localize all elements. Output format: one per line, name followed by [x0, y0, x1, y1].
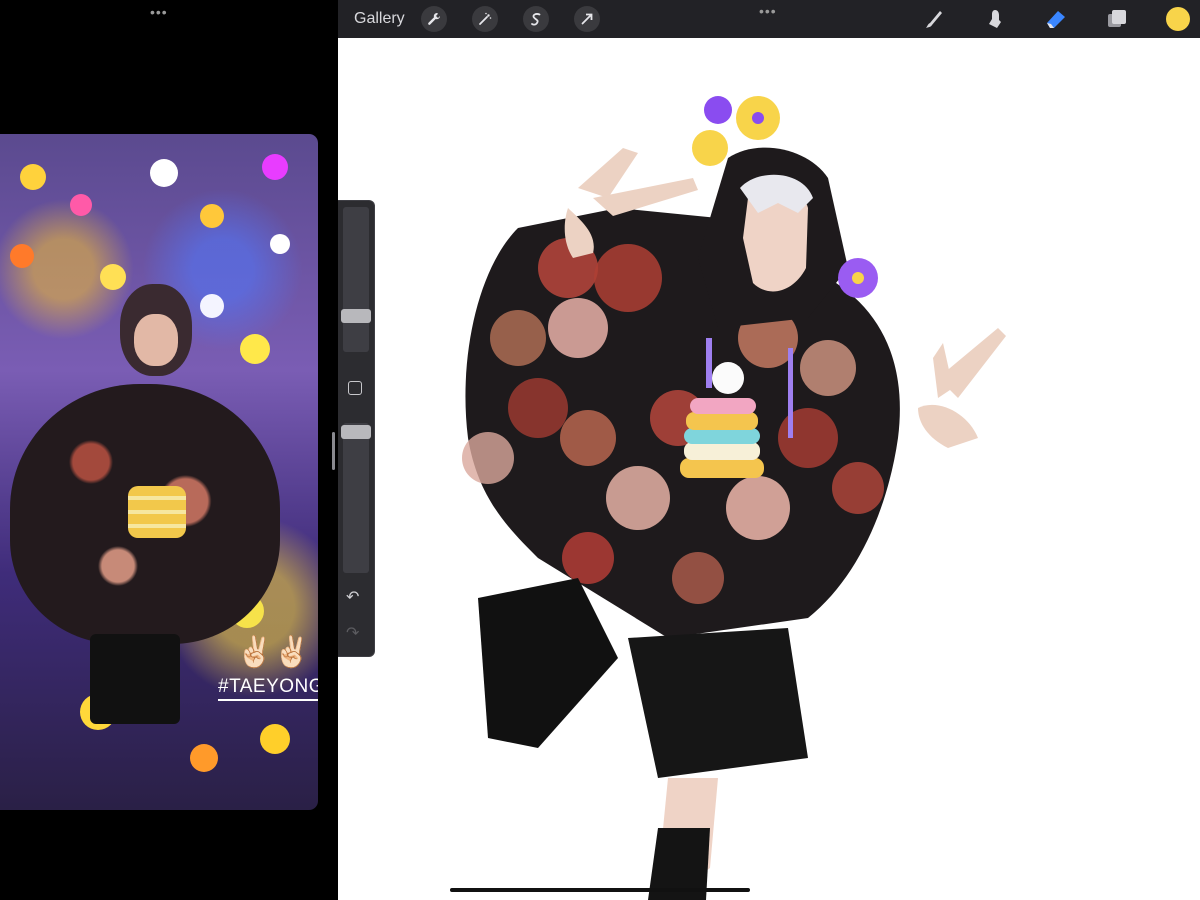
home-indicator[interactable]: [450, 888, 750, 892]
opacity-slider[interactable]: [343, 423, 369, 573]
color-swatch-button[interactable]: [1166, 7, 1190, 31]
multitask-handle-left[interactable]: •••: [150, 4, 168, 20]
photo-cake-bag: [128, 486, 186, 538]
flower-decoration: [260, 724, 290, 754]
flower-decoration: [200, 294, 224, 318]
paint-tools-group: [922, 0, 1200, 38]
opacity-knob[interactable]: [341, 425, 371, 439]
wrench-icon[interactable]: [420, 6, 447, 32]
shorts: [478, 578, 808, 900]
selection-icon[interactable]: [522, 6, 549, 32]
redo-icon[interactable]: ↷: [346, 623, 359, 643]
canvas-sidebar: ↶ ↷: [338, 200, 375, 657]
layers-icon[interactable]: [1105, 7, 1129, 31]
flower-decoration: [20, 164, 46, 190]
flower-decoration: [240, 334, 270, 364]
flower-decoration: [10, 244, 34, 268]
reference-photo[interactable]: ✌🏻✌🏻 #TAEYONG: [0, 134, 318, 810]
flower-decoration: [190, 744, 218, 772]
canvas-toolbar: Gallery •••: [338, 0, 1200, 38]
peace-emoji: ✌🏻✌🏻: [236, 636, 311, 669]
flower-decoration: [200, 204, 224, 228]
magic-wand-icon[interactable]: [471, 6, 498, 32]
eraser-icon[interactable]: [1044, 7, 1068, 31]
brush-size-slider[interactable]: [343, 207, 369, 352]
flower-decoration: [262, 154, 288, 180]
square-icon[interactable]: [348, 381, 362, 395]
flower-decoration: [100, 264, 126, 290]
split-view-divider-handle[interactable]: [332, 432, 335, 470]
undo-icon[interactable]: ↶: [346, 587, 359, 607]
gallery-button[interactable]: Gallery: [354, 10, 405, 28]
brush-icon[interactable]: [922, 7, 946, 31]
smudge-icon[interactable]: [983, 7, 1007, 31]
flower-decoration: [70, 194, 92, 216]
split-view-left-pane: ••• ✌🏻✌🏻 #TAEYONG: [0, 0, 337, 900]
photo-subject-skirt: [90, 634, 180, 724]
brush-size-knob[interactable]: [341, 309, 371, 323]
flower-decoration: [150, 159, 178, 187]
hashtag-text: #TAEYONG: [218, 676, 318, 701]
multitask-handle-right[interactable]: •••: [759, 3, 777, 19]
photo-subject-face: [134, 314, 178, 366]
illustration-artwork: [462, 96, 1006, 900]
transform-arrow-icon[interactable]: [573, 6, 600, 32]
flower-decoration: [270, 234, 290, 254]
